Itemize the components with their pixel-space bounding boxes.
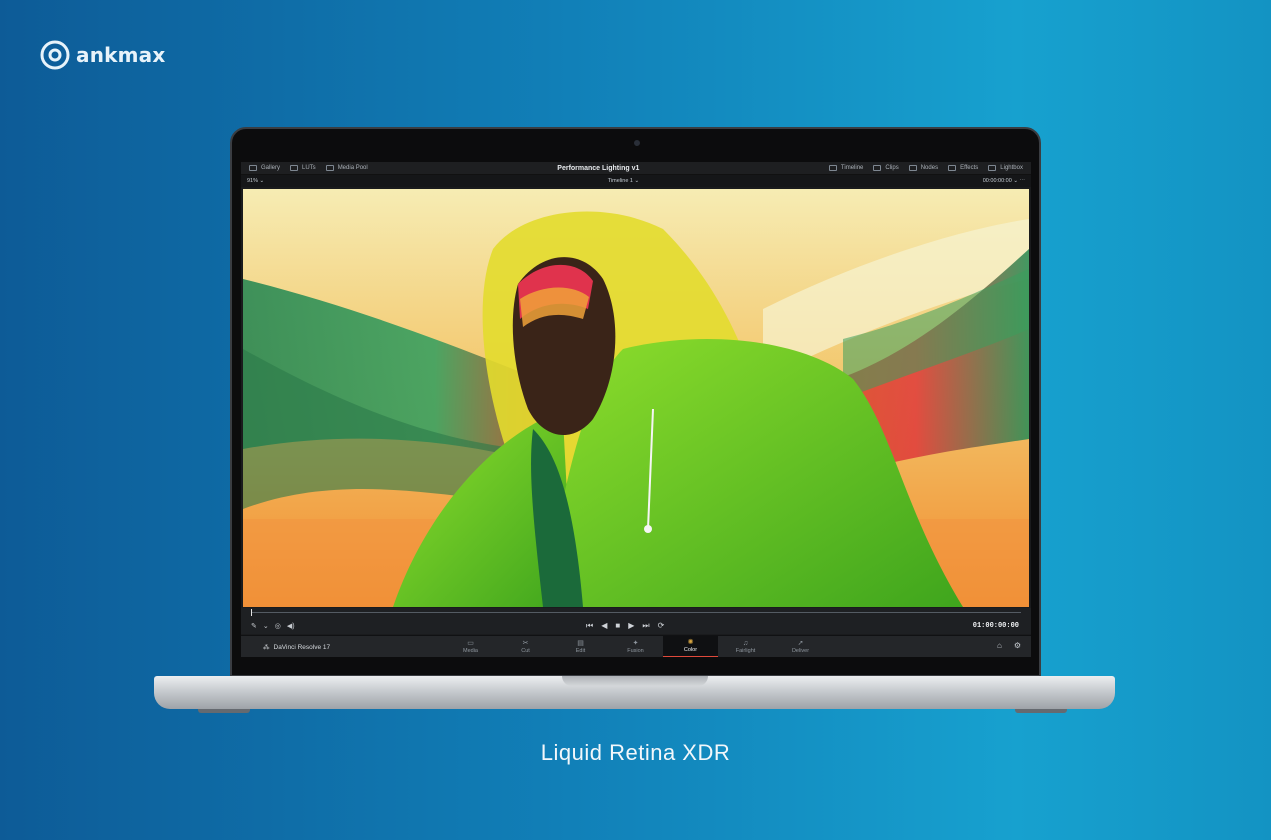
fusion-icon: ✦ xyxy=(632,639,639,647)
tab-fairlight[interactable]: ♫ Fairlight xyxy=(718,636,773,657)
skip-forward-icon[interactable]: ⏭ xyxy=(642,621,649,631)
scrub-track xyxy=(251,612,1021,613)
edit-icon: ▤ xyxy=(577,639,584,647)
tab-cut[interactable]: ✂ Cut xyxy=(498,636,553,657)
chevron-down-icon: ⌄ xyxy=(634,178,640,184)
resolve-topbar: Gallery LUTs Media Pool Performance Ligh… xyxy=(241,162,1031,175)
clips-button[interactable]: Clips xyxy=(873,165,899,171)
project-title: Performance Lighting v1 xyxy=(557,164,640,172)
tab-deliver[interactable]: ➚ Deliver xyxy=(773,636,828,657)
gallery-button[interactable]: Gallery xyxy=(249,165,280,171)
chevron-down-icon: ⌄ xyxy=(259,178,265,184)
lightbox-icon xyxy=(988,165,997,171)
clips-icon xyxy=(873,165,882,171)
laptop-screen: Gallery LUTs Media Pool Performance Ligh… xyxy=(241,162,1031,657)
timeline-scrubber[interactable] xyxy=(241,608,1031,620)
laptop-notch xyxy=(562,676,708,686)
playhead[interactable] xyxy=(251,609,252,616)
effects-button[interactable]: Effects xyxy=(948,165,978,171)
chevron-down-icon: ⌄ xyxy=(1013,178,1018,184)
tab-color[interactable]: ✺ Color xyxy=(663,636,718,657)
media-pool-button[interactable]: Media Pool xyxy=(325,165,368,171)
laptop-base xyxy=(154,676,1115,709)
fairlight-icon: ♫ xyxy=(742,639,749,647)
chevron-down-icon[interactable]: ⌄ xyxy=(263,622,269,630)
tab-edit[interactable]: ▤ Edit xyxy=(553,636,608,657)
stop-icon[interactable]: ■ xyxy=(615,621,620,631)
cut-icon: ✂ xyxy=(522,639,529,647)
more-icon[interactable]: ⋯ xyxy=(1019,178,1025,184)
page-navigation-bar: ⁂ DaVinci Resolve 17 ▭ Media ✂ Cut ▤ Edit ✦… xyxy=(241,635,1031,657)
zoom-dropdown[interactable]: 91% ⌄ xyxy=(247,178,264,184)
pencil-icon[interactable]: ✎ xyxy=(251,622,257,630)
record-timecode: 01:00:00:00 xyxy=(972,622,1019,630)
tab-media[interactable]: ▭ Media xyxy=(443,636,498,657)
viewer-subbar: 91% ⌄ Timeline 1 ⌄ 00:00:00:00 ⌄ ⋯ xyxy=(241,175,1031,187)
product-caption: Liquid Retina XDR xyxy=(540,740,731,765)
eye-icon[interactable]: ◎ xyxy=(275,622,281,630)
play-reverse-icon[interactable]: ◀ xyxy=(601,621,607,631)
color-icon: ✺ xyxy=(687,639,694,646)
brand-logo-icon xyxy=(40,40,70,70)
home-icon[interactable]: ⌂ xyxy=(997,641,1002,650)
gallery-icon xyxy=(249,165,257,171)
timeline-button[interactable]: Timeline xyxy=(828,165,863,171)
laptop-foot-left xyxy=(198,709,250,713)
tab-fusion[interactable]: ✦ Fusion xyxy=(608,636,663,657)
app-name: ⁂ DaVinci Resolve 17 xyxy=(263,643,331,652)
timeline-icon xyxy=(828,165,837,171)
source-timecode[interactable]: 00:00:00:00 ⌄ ⋯ xyxy=(983,178,1025,184)
luts-icon xyxy=(290,165,299,171)
viewer-image xyxy=(243,189,1029,607)
timeline-dropdown[interactable]: Timeline 1 ⌄ xyxy=(608,178,639,184)
nodes-button[interactable]: Nodes xyxy=(908,165,938,171)
transport-bar: ✎ ⌄ ◎ ◀) ⏮ ◀ ■ ▶ ⏭ ⟳ 01:00:00:00 xyxy=(241,620,1031,634)
resolve-logo-icon: ⁂ xyxy=(263,644,270,651)
lightbox-button[interactable]: Lightbox xyxy=(988,165,1023,171)
play-icon[interactable]: ▶ xyxy=(628,621,634,631)
media-icon: ▭ xyxy=(467,639,474,647)
deliver-icon: ➚ xyxy=(797,639,804,647)
laptop-foot-right xyxy=(1015,709,1067,713)
brand-logo: ankmax xyxy=(40,40,165,70)
luts-button[interactable]: LUTs xyxy=(290,165,316,171)
camera xyxy=(634,140,640,146)
speaker-icon[interactable]: ◀) xyxy=(287,622,295,630)
laptop-display: Gallery LUTs Media Pool Performance Ligh… xyxy=(230,127,1041,677)
video-viewer[interactable] xyxy=(243,189,1029,607)
loop-icon[interactable]: ⟳ xyxy=(658,621,665,631)
brand-name: ankmax xyxy=(76,43,166,67)
effects-icon xyxy=(948,165,957,171)
gear-icon[interactable]: ⚙ xyxy=(1014,641,1021,650)
skip-back-icon[interactable]: ⏮ xyxy=(586,621,593,631)
media-pool-icon xyxy=(325,165,334,171)
nodes-icon xyxy=(908,165,917,171)
